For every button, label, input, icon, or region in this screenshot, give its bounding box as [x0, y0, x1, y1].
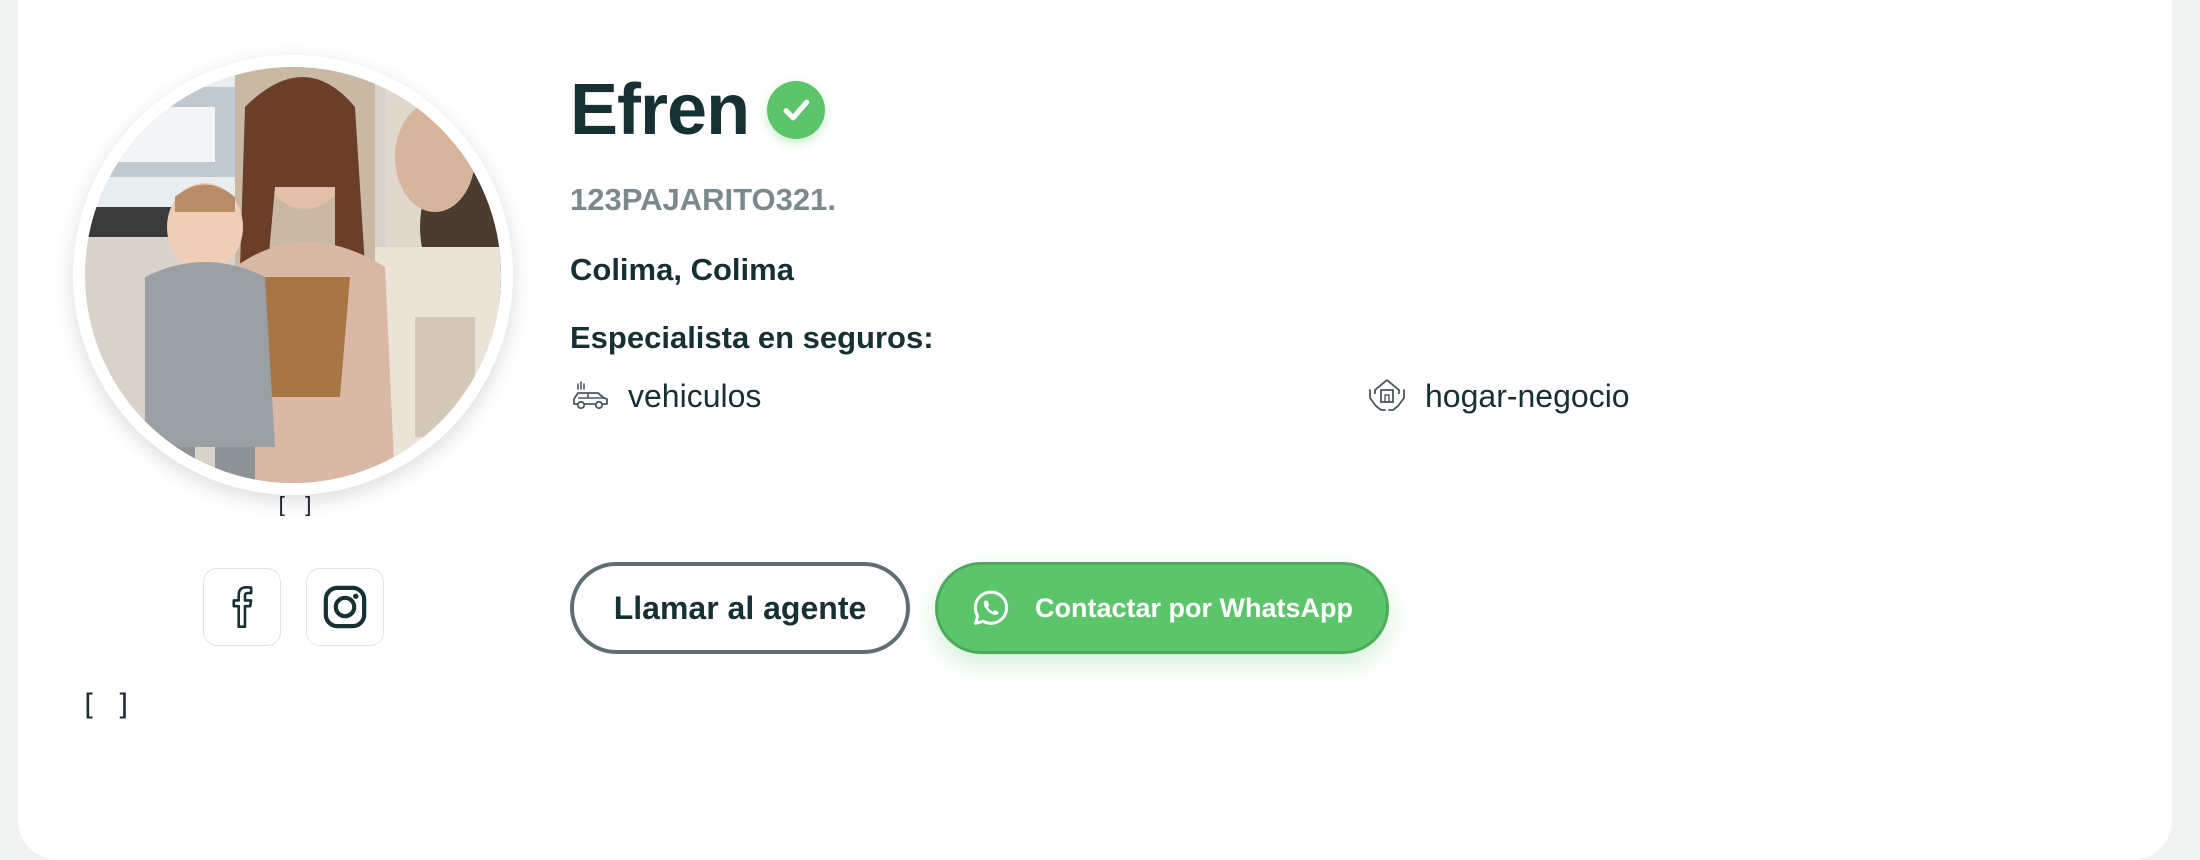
instagram-icon — [322, 584, 368, 630]
facebook-icon — [222, 584, 262, 630]
specialties-heading: Especialista en seguros: — [570, 320, 934, 355]
whatsapp-icon — [971, 588, 1011, 628]
call-agent-button[interactable]: Llamar al agente — [570, 562, 910, 654]
agent-name-row: Efren — [570, 70, 826, 150]
instagram-button[interactable] — [306, 568, 384, 646]
whatsapp-contact-button[interactable]: Contactar por WhatsApp — [935, 562, 1389, 654]
car-icon — [570, 376, 610, 416]
agent-avatar — [73, 55, 513, 495]
house-hands-icon — [1367, 376, 1407, 416]
agent-username: 123PAJARITO321. — [570, 182, 836, 217]
bottom-caption: [ ] — [80, 688, 133, 722]
whatsapp-button-label: Contactar por WhatsApp — [1034, 592, 1353, 623]
photo-caption: [ ] — [275, 494, 315, 519]
agent-name: Efren — [570, 70, 750, 150]
agent-location: Colima, Colima — [570, 252, 794, 287]
specialty-label: hogar-negocio — [1425, 377, 1630, 414]
specialty-item-hogar-negocio: hogar-negocio — [1367, 376, 1630, 416]
specialty-item-vehiculos: vehiculos — [570, 376, 761, 416]
facebook-button[interactable] — [203, 568, 281, 646]
specialty-label: vehiculos — [628, 377, 762, 414]
agent-photo — [85, 67, 501, 483]
verified-check-icon — [767, 81, 826, 139]
